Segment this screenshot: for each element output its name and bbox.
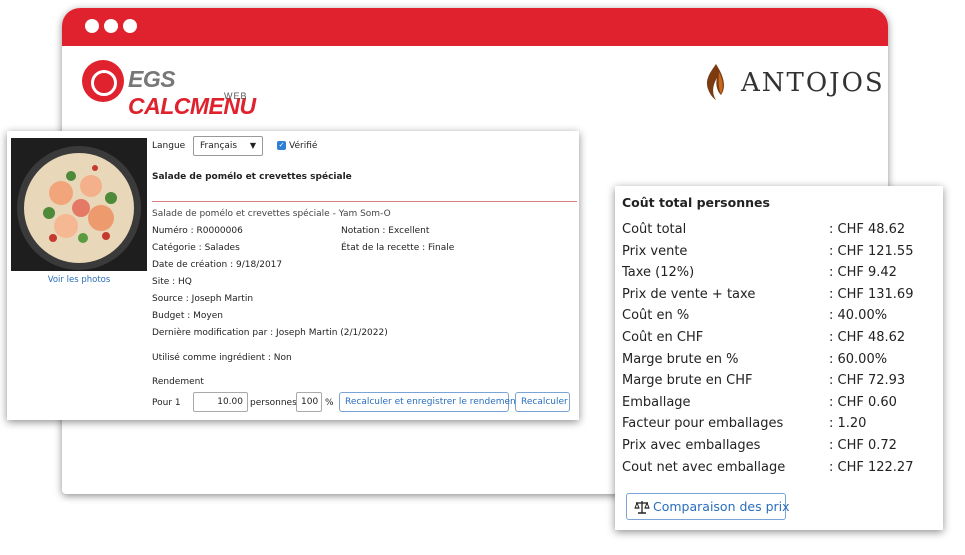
cost-value: : CHF 72.93 [829, 373, 906, 389]
cost-row: Emballage : CHF 0.60 [622, 395, 922, 417]
cost-label: Cout net avec emballage [622, 459, 786, 475]
egs-logo-sub: WEB [224, 91, 248, 101]
recalculate-button[interactable]: Recalculer [515, 392, 570, 412]
compare-prices-label: Comparaison des prix [653, 499, 790, 514]
window-dot-icon[interactable] [85, 19, 99, 33]
view-photos-link[interactable]: Voir les photos [11, 275, 147, 285]
cost-value: : CHF 0.60 [829, 394, 897, 410]
browser-title-bar [62, 8, 888, 46]
cost-label: Taxe (12%) [622, 265, 695, 281]
cost-value: : 40.00% [829, 308, 888, 324]
recalculate-save-button[interactable]: Recalculer et enregistrer le rendement [339, 392, 519, 412]
cost-value: : CHF 131.69 [829, 286, 914, 302]
cost-value: : CHF 48.62 [829, 222, 906, 237]
cost-row: Prix de vente + taxe : CHF 131.69 [622, 287, 922, 309]
egs-logo-icon [82, 60, 124, 102]
window-dot-icon[interactable] [123, 19, 137, 33]
cost-row: Prix avec emballages : CHF 0.72 [622, 438, 922, 460]
yield-unit-label: personnes [250, 398, 297, 408]
egs-logo-word: EGS [128, 66, 176, 92]
flame-icon [706, 64, 724, 100]
recipe-site: Site : HQ [152, 277, 192, 287]
cost-row: Marge brute en CHF : CHF 72.93 [622, 373, 922, 395]
cost-label: Prix vente [622, 243, 688, 259]
recipe-card: Voir les photos Langue Français ▼ ✓ Véri… [7, 131, 579, 420]
cost-label: Prix de vente + taxe [622, 286, 756, 302]
cost-row: Facteur pour emballages : 1.20 [622, 416, 922, 438]
cost-value: : CHF 48.62 [829, 330, 906, 345]
cost-row: Coût total : CHF 48.62 [622, 222, 922, 244]
language-select[interactable]: Français ▼ [193, 136, 263, 156]
recipe-number: Numéro : R0000006 [152, 226, 243, 236]
recipe-title: Salade de pomélo et crevettes spéciale [152, 172, 352, 182]
egs-calcmenu-logo: EGS CALCMENU WEB [82, 58, 256, 119]
cost-label: Facteur pour emballages [622, 416, 784, 432]
language-label: Langue [152, 141, 186, 151]
compare-prices-button[interactable]: Comparaison des prix [626, 493, 790, 520]
cost-row: Prix vente : CHF 121.55 [622, 244, 922, 266]
cost-panel: Coût total personnes Coût total : CHF 48… [615, 186, 943, 530]
cost-value: : CHF 122.27 [829, 459, 914, 475]
cost-label: Marge brute en CHF [622, 373, 753, 389]
cost-value: : 1.20 [829, 416, 867, 432]
verified-checkbox[interactable]: ✓ [277, 141, 286, 150]
yield-percent-input[interactable]: 100 [296, 392, 322, 412]
cost-label: Marge brute en % [622, 351, 739, 367]
yield-label: Rendement [152, 377, 204, 387]
cost-row: Marge brute en % : 60.00% [622, 352, 922, 374]
percent-sign: % [325, 398, 334, 408]
cost-row: Coût en % : 40.00% [622, 308, 922, 330]
cost-value: : CHF 121.55 [829, 243, 914, 259]
title-divider [152, 201, 577, 202]
recipe-status: État de la recette : Finale [341, 243, 455, 253]
yield-for-label: Pour 1 [152, 398, 181, 408]
antojos-logo-text: ANTOJOS [741, 68, 885, 98]
dropdown-arrow-icon: ▼ [249, 141, 256, 150]
used-as-ingredient: Utilisé comme ingrédient : Non [152, 353, 292, 363]
cost-row: Cout net avec emballage : CHF 122.27 [622, 460, 922, 482]
last-modified: Dernière modification par : Joseph Marti… [152, 328, 388, 338]
recipe-source: Source : Joseph Martin [152, 294, 254, 304]
cost-value: : CHF 9.42 [829, 265, 897, 281]
cost-value: : CHF 0.72 [829, 438, 897, 453]
cost-panel-title: Coût total personnes [622, 195, 770, 210]
recipe-photo[interactable] [11, 138, 147, 271]
yield-quantity-input[interactable]: 10.00 [193, 392, 248, 412]
cost-label: Coût en CHF [622, 330, 704, 345]
creation-date: Date de création : 9/18/2017 [152, 260, 283, 270]
recipe-subtitle: Salade de pomélo et crevettes spéciale -… [152, 209, 391, 219]
cost-row: Coût en CHF : CHF 48.62 [622, 330, 922, 352]
cost-label: Emballage [622, 394, 691, 410]
verified-label: Vérifié [289, 141, 318, 151]
recipe-rating: Notation : Excellent [341, 226, 430, 236]
balance-scale-icon [634, 501, 650, 514]
cost-label: Prix avec emballages [622, 438, 761, 453]
cost-value: : 60.00% [829, 351, 888, 367]
recipe-category: Catégorie : Salades [152, 243, 240, 253]
cost-label: Coût total [622, 222, 687, 237]
language-select-value: Français [200, 141, 238, 151]
recipe-budget: Budget : Moyen [152, 311, 223, 321]
cost-row: Taxe (12%) : CHF 9.42 [622, 265, 922, 287]
window-dot-icon[interactable] [104, 19, 118, 33]
cost-label: Coût en % [622, 308, 690, 324]
